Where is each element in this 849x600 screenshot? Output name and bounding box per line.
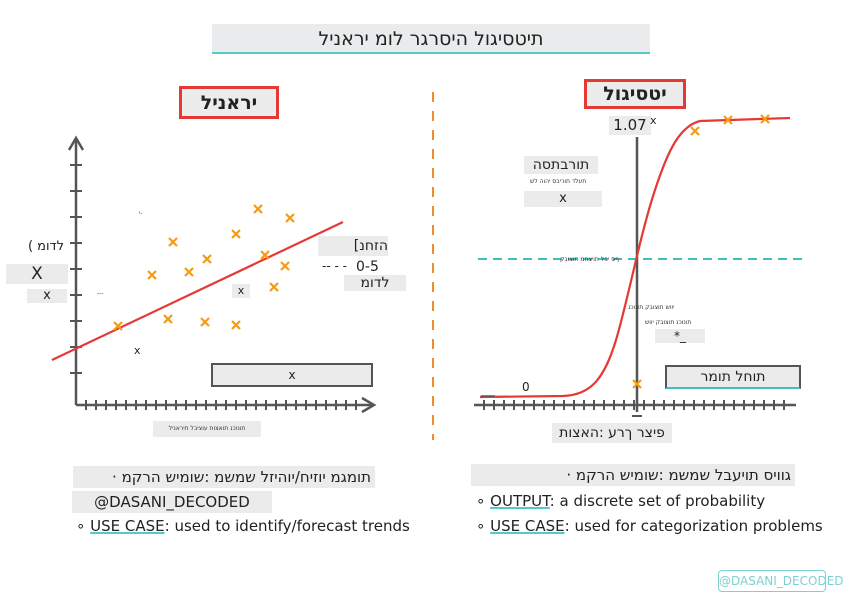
data-point (147, 270, 157, 280)
probability-x: x (524, 191, 602, 207)
logistic-bullet-primary: גוויס תויעבל שמשמ :שומיש הרקמ · (471, 464, 795, 486)
mid-star: *_ (655, 329, 705, 343)
use-case-text: : used to identify/forecast trends (164, 517, 410, 535)
linear-bullet-primary: תומגמ יוזיח/יוהיזל שמשמ :שומיש הרקמ · (73, 466, 375, 488)
logistic-header: יטסיגול (584, 79, 686, 109)
small-x-label-mid: x (232, 284, 250, 298)
value-top: 1.07 (609, 116, 651, 135)
linear-bullet-primary-text: תומגמ יוזיח/יוהיזל שמשמ :שומיש הרקמ (121, 468, 371, 486)
curve-marker (690, 126, 700, 136)
data-point (231, 320, 241, 330)
regression-line (51, 221, 344, 361)
logistic-bullet-primary-text: גוויס תויעבל שמשמ :שומיש הרקמ (575, 466, 791, 484)
use-case-label: USE CASE (490, 517, 565, 535)
data-label-line3: לדומ (344, 275, 406, 291)
logistic-use-case: ∘ USE CASE: used for categorization prob… (476, 517, 823, 535)
watermark: @DASANI_DECODED (718, 570, 844, 592)
tiny-note-top: י- (139, 210, 143, 217)
output-label: OUTPUT (490, 492, 550, 510)
linear-header: יראניל (179, 86, 279, 119)
logistic-result-box: תוחל תומר (665, 365, 801, 389)
tiny-note-left: --- (97, 290, 104, 297)
small-x-label-low: x (134, 344, 141, 357)
mid-note-2: תונוכנ תוצובק יווש (645, 319, 692, 326)
data-label-dashes: -- - - (322, 259, 347, 273)
y-axis-x-label: X (6, 264, 68, 284)
logistic-markers (632, 114, 770, 389)
data-point (253, 204, 263, 214)
data-point (184, 267, 194, 277)
data-label-line1: הזחנ] (318, 236, 388, 256)
data-label-line2: 0-5 (356, 259, 379, 275)
linear-x-axis-label: תונוכנ תואצות עוציבל תיראניל (153, 421, 261, 437)
probability-title: תורבתסה (524, 156, 598, 174)
data-point (231, 229, 241, 239)
use-case-text: : used for categorization problems (564, 517, 823, 535)
data-point (280, 261, 290, 271)
data-point (168, 237, 178, 247)
output-text: : a discrete set of probability (549, 492, 766, 510)
data-point (163, 314, 173, 324)
data-point (285, 213, 295, 223)
data-point (202, 254, 212, 264)
probability-note: תעלד תוריבס יהוה לש (530, 178, 587, 185)
logistic-output: ∘ OUTPUT: a discrete set of probability (476, 492, 765, 510)
logistic-x-axis-label: פיצר ךרע :האצות (552, 423, 672, 443)
data-point (269, 282, 279, 292)
value-top-x: x (650, 114, 657, 127)
bullet-dot: ∘ (476, 517, 491, 535)
linear-data-points (113, 204, 295, 331)
y-axis-label: לדומ ) (27, 239, 64, 254)
value-zero: 0 (522, 380, 530, 394)
data-point (200, 317, 210, 327)
linear-result-box: x (211, 363, 373, 387)
bullet-dot: ∘ (76, 517, 91, 535)
bullet-dot: ∘ (476, 492, 491, 510)
linear-use-case: ∘ USE CASE: used to identify/forecast tr… (76, 517, 410, 535)
use-case-label: USE CASE (90, 517, 165, 535)
small-x-label-left: x (27, 289, 67, 303)
credit-label: @DASANI_DECODED (72, 491, 272, 513)
mid-note-1: יווש תוצובק תונוכנ (628, 304, 675, 311)
threshold-note: ףס יפל תויצחמ תוצובק (560, 256, 619, 263)
